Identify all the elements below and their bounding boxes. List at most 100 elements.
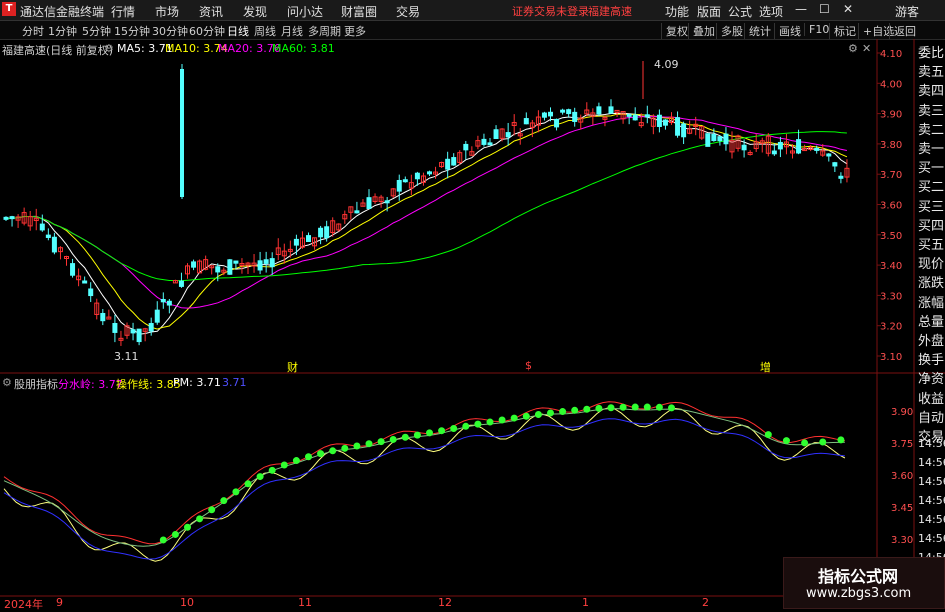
menu-ask[interactable]: 问小达 bbox=[287, 3, 323, 20]
chart-title: 福建高速(日线 前复权) bbox=[2, 44, 114, 57]
menu-wealth[interactable]: 财富圈 bbox=[341, 3, 377, 20]
guest-label[interactable]: 游客 bbox=[895, 3, 919, 20]
menu-formula[interactable]: 公式 bbox=[728, 3, 752, 20]
mark-button[interactable]: 标记 bbox=[829, 23, 856, 39]
menu-trade[interactable]: 交易 bbox=[396, 3, 420, 20]
close-icon[interactable]: ✕ bbox=[843, 2, 853, 16]
menu-quotes[interactable]: 行情 bbox=[111, 3, 135, 20]
panel-label-auto[interactable]: 自动 bbox=[918, 409, 944, 428]
signal-dot bbox=[583, 405, 591, 413]
tab-30min[interactable]: 30分钟 bbox=[152, 23, 188, 39]
marker-dividend[interactable]: $ bbox=[525, 359, 532, 372]
menu-news[interactable]: 资讯 bbox=[199, 3, 223, 20]
signal-dot bbox=[280, 461, 288, 469]
tab-timeshare[interactable]: 分时 bbox=[22, 23, 44, 39]
marker-increase[interactable]: 增 bbox=[760, 359, 771, 375]
panel-label-buy-5: 买五 bbox=[918, 238, 945, 253]
maximize-icon[interactable]: ☐ bbox=[819, 2, 830, 16]
candle-body bbox=[675, 117, 681, 136]
ma10-line bbox=[5, 113, 848, 330]
candle-body bbox=[396, 179, 402, 192]
settings-icon[interactable]: ⚙ bbox=[104, 42, 114, 55]
signal-dot bbox=[329, 447, 337, 455]
menu-layout[interactable]: 版面 bbox=[697, 3, 721, 20]
candle-body bbox=[215, 266, 221, 273]
candle-body bbox=[832, 162, 838, 167]
price-tick: 3.90 bbox=[880, 110, 902, 121]
watershed-line bbox=[3, 401, 845, 545]
high-price-label: 4.09 bbox=[654, 58, 679, 71]
candle-body bbox=[796, 139, 802, 154]
candle-body bbox=[366, 197, 372, 209]
candle-body bbox=[560, 109, 566, 113]
candle-body bbox=[608, 106, 614, 114]
candle-body bbox=[45, 234, 51, 238]
signal-dot bbox=[341, 444, 349, 452]
tab-60min[interactable]: 60分钟 bbox=[189, 23, 225, 39]
menu-options[interactable]: 选项 bbox=[759, 3, 783, 20]
candle-body bbox=[705, 133, 711, 147]
tab-1min[interactable]: 1分钟 bbox=[48, 23, 77, 39]
back-button[interactable]: 返回 bbox=[889, 23, 916, 39]
statistics-button[interactable]: 统计 bbox=[744, 23, 771, 39]
watermark: 指标公式网 www.zbgs3.com bbox=[783, 557, 945, 609]
tab-daily[interactable]: 日线 bbox=[227, 23, 249, 39]
candle-body bbox=[82, 280, 88, 284]
candle-body bbox=[523, 118, 529, 125]
candle-body bbox=[626, 113, 632, 117]
indicator-name[interactable]: 股朋指标 bbox=[14, 376, 58, 392]
price-tick: 4.10 bbox=[880, 49, 902, 60]
signal-dot bbox=[401, 433, 409, 441]
draw-line-button[interactable]: 画线 bbox=[774, 23, 801, 39]
candle-body bbox=[166, 300, 172, 306]
tab-monthly[interactable]: 月线 bbox=[281, 23, 303, 39]
chart-area[interactable]: 4.10 4.00 3.90 3.80 3.70 3.60 3.50 3.40 3.30 3.20… bbox=[0, 39, 945, 609]
tick-time: 14:56 bbox=[918, 532, 945, 545]
panel-label-current-price: 现价 bbox=[918, 257, 945, 273]
menu-discover[interactable]: 发现 bbox=[243, 3, 267, 20]
candle-body bbox=[39, 223, 45, 231]
tab-more[interactable]: 更多 bbox=[344, 23, 366, 39]
indicator-settings-icon[interactable]: ⚙ bbox=[2, 376, 12, 389]
minimize-icon[interactable]: — bbox=[795, 2, 807, 16]
tab-5min[interactable]: 5分钟 bbox=[82, 23, 111, 39]
app-name: 通达信金融终端 bbox=[20, 5, 105, 19]
signal-dot bbox=[317, 450, 325, 458]
candle-body bbox=[148, 323, 154, 332]
candle-body bbox=[178, 280, 184, 287]
overlay-button[interactable]: 叠加 bbox=[688, 23, 715, 39]
signal-dot bbox=[438, 427, 446, 435]
chart-settings-icon[interactable]: ⚙ bbox=[848, 42, 858, 55]
candle-body bbox=[632, 114, 638, 121]
ma5-line bbox=[5, 112, 848, 335]
candle-body bbox=[70, 263, 76, 276]
signal-dot bbox=[619, 403, 627, 411]
multi-stock-button[interactable]: 多股 bbox=[716, 23, 743, 39]
candle-body bbox=[9, 216, 15, 220]
login-warning[interactable]: 证券交易未登录 bbox=[512, 3, 589, 19]
signal-dot bbox=[244, 480, 252, 488]
candle-body bbox=[566, 109, 572, 115]
candle-body bbox=[257, 260, 263, 271]
tab-multi-period[interactable]: 多周期 bbox=[308, 23, 341, 39]
f10-button[interactable]: F10 bbox=[804, 23, 829, 36]
panel-label-outer-volume: 外盘 bbox=[918, 334, 945, 349]
candle-body bbox=[554, 118, 560, 128]
title-bar: T 通达信金融终端 行情 市场 资讯 发现 问小达 财富圈 交易 证券交易未登录… bbox=[0, 0, 945, 21]
marker-finance[interactable]: 财 bbox=[287, 359, 298, 375]
signal-dot bbox=[208, 506, 216, 514]
panel-label-sell-2: 卖二 bbox=[918, 122, 945, 138]
panel-label-committee-ratio: 委比 bbox=[918, 46, 945, 61]
signal-dot bbox=[498, 416, 506, 424]
watermark-url: www.zbgs3.com bbox=[806, 586, 912, 601]
tab-15min[interactable]: 15分钟 bbox=[114, 23, 150, 39]
candle-body bbox=[487, 142, 493, 146]
menu-function[interactable]: 功能 bbox=[665, 3, 689, 20]
tab-weekly[interactable]: 周线 bbox=[254, 23, 276, 39]
chart-close-icon[interactable]: ✕ bbox=[862, 42, 871, 55]
menu-market[interactable]: 市场 bbox=[155, 3, 179, 20]
signal-dot bbox=[534, 411, 542, 419]
panel-label-sell-3: 卖三 bbox=[918, 103, 945, 119]
tick-time: 14:56 bbox=[918, 437, 945, 450]
adjust-button[interactable]: 复权 bbox=[661, 23, 688, 39]
